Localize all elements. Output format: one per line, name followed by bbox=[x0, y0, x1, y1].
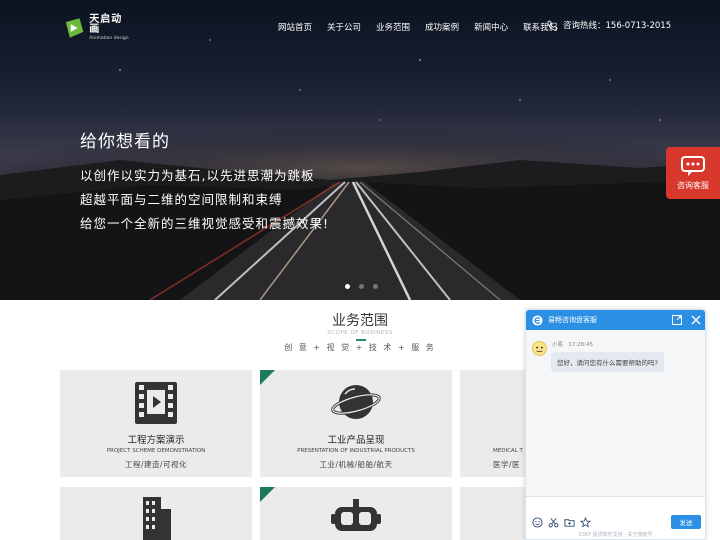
scissors-icon[interactable] bbox=[548, 517, 559, 528]
hotline: 咨询热线：156-0713-2015 bbox=[547, 19, 671, 31]
send-button[interactable]: 发送 bbox=[671, 515, 701, 529]
hotline-text: 咨询热线：156-0713-2015 bbox=[563, 21, 672, 31]
nav-services[interactable]: 业务范围 bbox=[376, 21, 410, 33]
agent-avatar bbox=[532, 341, 547, 356]
chat-toolbar bbox=[532, 517, 591, 528]
phone-icon bbox=[547, 19, 558, 30]
hero-line-1: 以创作以实力为基石,以先进思潮为跳板 bbox=[80, 168, 315, 183]
hero-banner: 天启动画 Animation design 网站首页 关于公司 业务范围 成功案… bbox=[0, 0, 720, 300]
section-divider bbox=[356, 339, 366, 341]
planet-icon bbox=[331, 385, 381, 419]
card-title: 工程方案演示 bbox=[127, 435, 185, 446]
card-subtitle: PROJECT SCHEME DEMONSTRATION bbox=[106, 448, 206, 454]
agent-name: 小易 bbox=[552, 342, 564, 348]
film-icon bbox=[135, 382, 177, 424]
card-tags: 工业/机械/船舶/航天 bbox=[319, 460, 393, 469]
chat-widget: 易畅咨询盘客服 小易 17:28:45 您好，请问您有什么需要帮助的吗? 发送 … bbox=[525, 309, 706, 540]
logo[interactable]: 天启动画 Animation design bbox=[62, 14, 132, 42]
hero-title: 给你想看的 bbox=[80, 132, 170, 152]
service-card-vr[interactable] bbox=[260, 487, 452, 540]
service-card-industrial[interactable]: 工业产品呈现 PRESENTATION OF INDUSTRIAL PRODUC… bbox=[260, 370, 452, 477]
slider-dot-1[interactable] bbox=[345, 284, 350, 289]
card-title: 工业产品呈现 bbox=[327, 435, 385, 446]
slider-dots bbox=[345, 284, 378, 289]
chat-header: 易畅咨询盘客服 bbox=[526, 310, 705, 330]
chat-footer: 53KF 提供软件支持 · 关于我帐号 bbox=[578, 532, 653, 538]
building-icon bbox=[143, 497, 171, 540]
top-navigation-bar: 天启动画 Animation design 网站首页 关于公司 业务范围 成功案… bbox=[0, 0, 720, 56]
message-time: 17:28:45 bbox=[568, 342, 593, 348]
card-corner-accent bbox=[260, 370, 275, 385]
chat-logo-icon bbox=[532, 314, 543, 326]
message-bubble: 您好，请问您有什么需要帮助的吗? bbox=[551, 352, 664, 372]
logo-tagline: Animation design bbox=[89, 35, 129, 41]
nav-about[interactable]: 关于公司 bbox=[327, 21, 361, 33]
chat-messages: 小易 17:28:45 您好，请问您有什么需要帮助的吗? bbox=[526, 330, 705, 496]
close-icon[interactable] bbox=[690, 314, 702, 326]
service-card-engineering[interactable]: 工程方案演示 PROJECT SCHEME DEMONSTRATION 工程/建… bbox=[60, 370, 252, 477]
slider-dot-2[interactable] bbox=[359, 284, 364, 289]
nav-cases[interactable]: 成功案例 bbox=[425, 21, 459, 33]
service-card-architecture[interactable] bbox=[60, 487, 252, 540]
card-tags: 工程/建造/可视化 bbox=[124, 460, 188, 469]
message-meta: 小易 17:28:45 bbox=[552, 340, 593, 348]
folder-icon[interactable] bbox=[564, 517, 575, 528]
nav-news[interactable]: 新闻中心 bbox=[474, 21, 508, 33]
nav-home[interactable]: 网站首页 bbox=[278, 21, 312, 33]
hero-line-2: 超越平面与二维的空间限制和束缚 bbox=[80, 192, 283, 207]
card-corner-accent bbox=[260, 487, 275, 502]
star-icon[interactable] bbox=[580, 517, 591, 528]
side-consult-button[interactable]: 咨询客服 bbox=[666, 147, 720, 199]
chat-bubble-icon bbox=[681, 156, 705, 176]
logo-name: 天启动画 bbox=[89, 13, 123, 35]
chat-header-title: 易畅咨询盘客服 bbox=[548, 316, 597, 324]
hero-line-3: 给您一个全新的三维视觉感受和震撼效果! bbox=[80, 216, 330, 231]
expand-icon[interactable] bbox=[671, 314, 683, 326]
vr-headset-icon bbox=[331, 499, 381, 531]
side-consult-label: 咨询客服 bbox=[677, 181, 709, 190]
emoji-icon[interactable] bbox=[532, 517, 543, 528]
logo-mark-icon bbox=[65, 18, 84, 38]
card-subtitle: PRESENTATION OF INDUSTRIAL PRODUCTS bbox=[297, 448, 415, 454]
main-nav: 网站首页 关于公司 业务范围 成功案例 新闻中心 联系我们 bbox=[278, 21, 572, 33]
slider-dot-3[interactable] bbox=[373, 284, 378, 289]
